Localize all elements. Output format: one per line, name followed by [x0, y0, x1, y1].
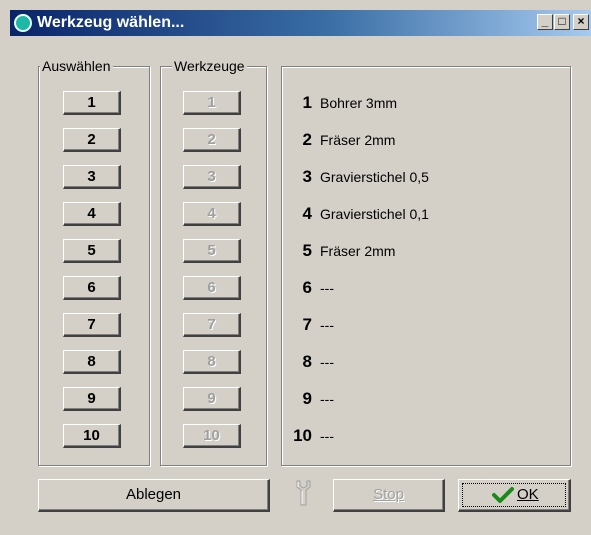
tool-number: 3 [302, 167, 312, 186]
tool-name: --- [320, 428, 334, 444]
select-button-6[interactable]: 6 [63, 276, 121, 300]
tool-button-6[interactable]: 6 [183, 276, 241, 300]
tool-list-item: 7 --- [282, 315, 562, 339]
tool-button-9[interactable]: 9 [183, 387, 241, 411]
tool-button-10[interactable]: 10 [183, 424, 241, 448]
tool-name: --- [320, 280, 334, 296]
ablegen-button[interactable]: Ablegen [38, 479, 270, 512]
tool-name: Fräser 2mm [320, 243, 396, 259]
tool-button-4[interactable]: 4 [183, 202, 241, 226]
tool-select-dialog: Werkzeug wählen... _ □ × Auswählen Werkz… [0, 0, 591, 535]
select-group-legend: Auswählen [40, 58, 113, 74]
select-button-5[interactable]: 5 [63, 239, 121, 263]
tool-name: Gravierstichel 0,1 [320, 206, 429, 222]
tool-button-8[interactable]: 8 [183, 350, 241, 374]
tool-number: 2 [302, 130, 312, 149]
select-button-2[interactable]: 2 [63, 128, 121, 152]
tool-name: Gravierstichel 0,5 [320, 169, 429, 185]
ok-button[interactable]: OK [458, 479, 571, 512]
tool-button-7[interactable]: 7 [183, 313, 241, 337]
tools-group-legend: Werkzeuge [172, 58, 247, 74]
tool-button-5[interactable]: 5 [183, 239, 241, 263]
tool-list-item: 1 Bohrer 3mm [282, 93, 562, 117]
select-button-1[interactable]: 1 [63, 91, 121, 115]
tool-list-item: 10 --- [282, 426, 562, 450]
tool-number: 6 [302, 278, 312, 297]
tool-list-item: 3 Gravierstichel 0,5 [282, 167, 562, 191]
select-button-3[interactable]: 3 [63, 165, 121, 189]
tool-number: 10 [293, 426, 312, 445]
wrench-icon[interactable] [291, 479, 315, 507]
tool-name: --- [320, 317, 334, 333]
tool-name: Fräser 2mm [320, 132, 396, 148]
tool-list-item: 6 --- [282, 278, 562, 302]
tool-list-panel: 1 Bohrer 3mm 2 Fräser 2mm 3 Gravierstichel 0,… [281, 66, 571, 466]
tool-button-1[interactable]: 1 [183, 91, 241, 115]
tool-number: 1 [302, 93, 312, 112]
check-icon [492, 487, 514, 503]
tool-list-item: 5 Fräser 2mm [282, 241, 562, 265]
select-button-4[interactable]: 4 [63, 202, 121, 226]
stop-button[interactable]: Stop [333, 479, 445, 512]
title-bar[interactable]: Werkzeug wählen... _ □ × [10, 10, 591, 36]
tool-number: 8 [302, 352, 312, 371]
close-button[interactable]: × [573, 14, 589, 30]
select-button-10[interactable]: 10 [63, 424, 121, 448]
select-button-7[interactable]: 7 [63, 313, 121, 337]
tool-button-2[interactable]: 2 [183, 128, 241, 152]
select-button-9[interactable]: 9 [63, 387, 121, 411]
tool-list-item: 8 --- [282, 352, 562, 376]
ok-focus-rect [462, 483, 566, 507]
tool-list-item: 2 Fräser 2mm [282, 130, 562, 154]
app-icon [14, 14, 32, 32]
window-title: Werkzeug wählen... [37, 14, 185, 31]
minimize-button[interactable]: _ [537, 14, 553, 30]
tool-name: --- [320, 391, 334, 407]
tool-number: 7 [302, 315, 312, 334]
tool-name: --- [320, 354, 334, 370]
tool-number: 4 [302, 204, 312, 223]
tool-button-3[interactable]: 3 [183, 165, 241, 189]
tool-name: Bohrer 3mm [320, 95, 398, 111]
select-button-8[interactable]: 8 [63, 350, 121, 374]
tool-list-item: 9 --- [282, 389, 562, 413]
tool-number: 5 [302, 241, 312, 260]
ok-label: OK [517, 486, 539, 503]
tool-number: 9 [302, 389, 312, 408]
tool-list-item: 4 Gravierstichel 0,1 [282, 204, 562, 228]
maximize-button[interactable]: □ [554, 14, 570, 30]
